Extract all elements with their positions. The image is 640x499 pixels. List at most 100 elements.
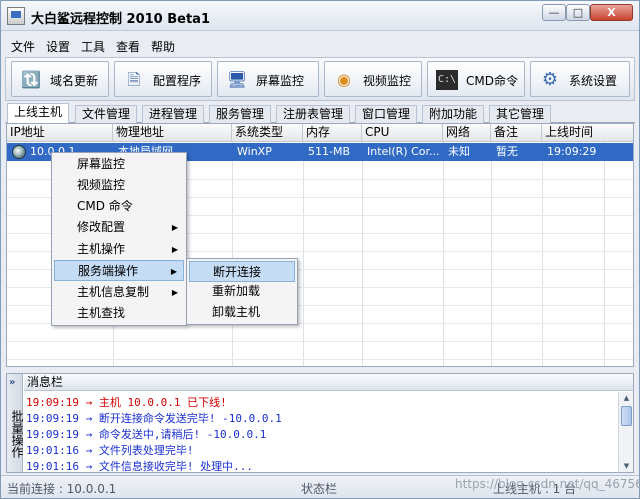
menu-item-modify-config[interactable]: 修改配置 ▶	[54, 217, 184, 238]
screen-monitor-icon: 🖥	[226, 70, 248, 89]
config-program-label: 配置程序	[153, 74, 202, 88]
menu-item-label: 主机操作	[77, 242, 126, 256]
menu-item-label: 主机信息复制	[77, 285, 150, 299]
cell-network: 未知	[448, 145, 470, 158]
host-icon	[12, 145, 26, 159]
status-label: 状态栏	[301, 482, 338, 496]
column-header-remark[interactable]: 备注	[491, 124, 542, 142]
screen-monitor-label: 屏幕监控	[256, 74, 305, 88]
message-line: 19:01:16 → 文件列表处理完毕!	[26, 444, 194, 457]
message-header: 消息栏	[24, 374, 633, 391]
cmd-button[interactable]: C:\ CMD命令	[427, 61, 525, 97]
message-panel: » 批量操作 消息栏 19:09:19 → 主机 10.0.0.1 已下线! 1…	[6, 373, 634, 473]
tab-registry-manager[interactable]: 注册表管理	[276, 105, 351, 123]
tab-online-hosts[interactable]: 上线主机	[7, 103, 70, 124]
message-scrollbar[interactable]: ▲ ▼	[618, 392, 633, 472]
menu-settings[interactable]: 设置	[46, 38, 70, 55]
column-header-mac[interactable]: 物理地址	[113, 124, 232, 142]
menu-item-host-operations[interactable]: 主机操作 ▶	[54, 239, 184, 260]
menu-tools[interactable]: 工具	[81, 38, 105, 55]
scrollbar-thumb[interactable]	[621, 406, 632, 426]
cell-os: WinXP	[237, 145, 272, 158]
domain-update-button[interactable]: 🔃 域名更新	[11, 61, 109, 97]
menu-item-uninstall-host[interactable]: 卸载主机	[189, 302, 295, 323]
grid-line	[303, 142, 304, 366]
system-settings-button[interactable]: ⚙ 系统设置	[530, 61, 630, 97]
grid-line	[7, 341, 633, 342]
menu-item-video-monitor[interactable]: 视频监控	[54, 175, 184, 196]
grid-line	[443, 142, 444, 366]
cmd-icon: C:\	[436, 70, 458, 90]
message-line: 19:09:19 → 主机 10.0.0.1 已下线!	[26, 396, 227, 409]
cell-memory: 511-MB	[308, 145, 351, 158]
menu-item-cmd[interactable]: CMD 命令	[54, 196, 184, 217]
scroll-down-icon[interactable]: ▼	[619, 460, 634, 472]
menu-item-label: 修改配置	[77, 220, 126, 234]
menu-item-copy-host-info[interactable]: 主机信息复制 ▶	[54, 282, 184, 303]
column-header-ip[interactable]: IP地址	[7, 124, 113, 142]
message-line: 19:09:19 → 断开连接命令发送完毕! -10.0.0.1	[26, 412, 282, 425]
domain-update-icon: 🔃	[21, 70, 41, 89]
tab-other-manager[interactable]: 其它管理	[489, 105, 552, 123]
cell-online-time: 19:09:29	[547, 145, 597, 158]
menu-item-screen-monitor[interactable]: 屏幕监控	[54, 154, 184, 175]
tab-process-manager[interactable]: 进程管理	[142, 105, 205, 123]
menu-item-find-host[interactable]: 主机查找	[54, 303, 184, 324]
server-operations-submenu: 断开连接 重新加载 卸载主机	[186, 258, 298, 325]
maximize-button[interactable]: □	[566, 4, 590, 21]
webcam-icon: ◉	[337, 70, 351, 89]
column-header-online-time[interactable]: 上线时间	[542, 124, 633, 142]
message-line: 19:09:19 → 命令发送中,请稍后! -10.0.0.1	[26, 428, 267, 441]
column-header-memory[interactable]: 内存	[303, 124, 362, 142]
domain-update-label: 域名更新	[50, 74, 99, 88]
grid-line	[7, 359, 633, 360]
column-header-network[interactable]: 网络	[443, 124, 491, 142]
menu-help[interactable]: 帮助	[151, 38, 175, 55]
tab-extra-functions[interactable]: 附加功能	[422, 105, 485, 123]
menu-item-label: 服务端操作	[78, 264, 139, 278]
main-window: 大白鲨远程控制 2010 Beta1 — □ X 文件 设置 工具 查看 帮助 …	[0, 0, 640, 499]
menu-item-server-operations[interactable]: 服务端操作 ▶	[54, 260, 184, 281]
column-header-os[interactable]: 系统类型	[232, 124, 303, 142]
status-current-connection: 当前连接 : 10.0.0.1	[7, 482, 117, 496]
system-settings-label: 系统设置	[569, 74, 618, 88]
submenu-arrow-icon: ▶	[171, 288, 178, 297]
menu-file[interactable]: 文件	[11, 38, 35, 55]
toolbar: 🔃 域名更新 🗎 配置程序 🖥 屏幕监控 ◉ 视频监控 C:\ CMD命令 ⚙ …	[5, 57, 635, 101]
grid-line	[232, 142, 233, 366]
app-icon	[7, 7, 25, 25]
grid-line	[491, 142, 492, 366]
config-program-button[interactable]: 🗎 配置程序	[114, 61, 212, 97]
window-title: 大白鲨远程控制 2010 Beta1	[31, 12, 210, 27]
close-button[interactable]: X	[590, 4, 633, 21]
grid-line	[542, 142, 543, 366]
minimize-button[interactable]: —	[542, 4, 566, 21]
watermark: https://blog.csdn.net/qq_46756476	[455, 477, 640, 491]
menu-bar: 文件 设置 工具 查看 帮助	[1, 35, 639, 55]
column-header-cpu[interactable]: CPU	[362, 124, 443, 142]
cell-remark: 暂无	[496, 145, 518, 158]
batch-operations-label: 批量操作	[10, 410, 24, 458]
grid-line	[362, 142, 363, 366]
tab-window-manager[interactable]: 窗口管理	[355, 105, 418, 123]
submenu-arrow-icon: ▶	[171, 223, 178, 232]
title-bar[interactable]: 大白鲨远程控制 2010 Beta1 — □ X	[1, 1, 639, 31]
message-line: 19:01:16 → 文件信息接收完毕! 处理中...	[26, 460, 253, 473]
video-monitor-label: 视频监控	[363, 74, 412, 88]
context-menu: 屏幕监控 视频监控 CMD 命令 修改配置 ▶ 主机操作 ▶ 服务端操作 ▶ 主机信息…	[51, 152, 187, 326]
cmd-label: CMD命令	[466, 74, 518, 88]
tab-file-manager[interactable]: 文件管理	[75, 105, 138, 123]
screen-monitor-button[interactable]: 🖥 屏幕监控	[217, 61, 319, 97]
menu-item-disconnect[interactable]: 断开连接	[189, 261, 295, 282]
grid-line	[604, 142, 605, 366]
batch-operations-sidebar[interactable]: » 批量操作	[7, 374, 24, 472]
submenu-arrow-icon: ▶	[171, 245, 178, 254]
tab-service-manager[interactable]: 服务管理	[209, 105, 272, 123]
expand-icon[interactable]: »	[9, 377, 15, 388]
tab-strip: 上线主机 文件管理 进程管理 服务管理 注册表管理 窗口管理 附加功能 其它管理	[5, 103, 635, 124]
video-monitor-button[interactable]: ◉ 视频监控	[324, 61, 422, 97]
scroll-up-icon[interactable]: ▲	[619, 392, 634, 404]
menu-item-reload[interactable]: 重新加载	[189, 281, 295, 302]
gear-icon: ⚙	[541, 69, 559, 90]
menu-view[interactable]: 查看	[116, 38, 140, 55]
